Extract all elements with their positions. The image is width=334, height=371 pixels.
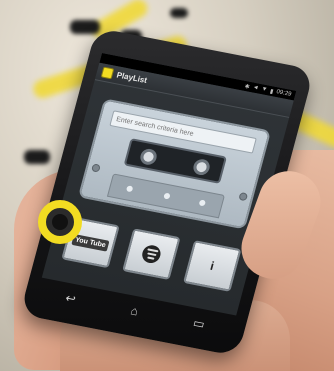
playlist-app-icon[interactable] [100, 66, 115, 80]
wifi-icon: ▼ [260, 86, 269, 94]
back-icon[interactable]: ↩ [64, 291, 78, 306]
battery-icon: ▮ [269, 88, 275, 95]
screw-icon [238, 191, 249, 202]
service-tiles: You Tube i [61, 216, 242, 293]
recents-icon[interactable]: ▭ [192, 316, 207, 332]
cassette-graphic [77, 98, 272, 230]
screw-icon [91, 163, 101, 173]
mute-icon: ◄ [251, 84, 260, 92]
info-icon: i [208, 258, 216, 274]
spotify-button[interactable] [122, 228, 181, 281]
spotify-icon [140, 243, 163, 265]
app-title: PlayList [115, 70, 149, 85]
bluetooth-icon: ✱ [243, 83, 251, 91]
ring-center [52, 214, 68, 230]
phone-screen: ✱ ◄ ▼ ▮ 09:29 PlayList Enter search crit… [41, 53, 297, 316]
info-button[interactable]: i [182, 240, 242, 292]
left-reel-icon [138, 147, 159, 167]
home-icon[interactable]: ⌂ [129, 304, 140, 319]
right-reel-icon [191, 157, 212, 177]
